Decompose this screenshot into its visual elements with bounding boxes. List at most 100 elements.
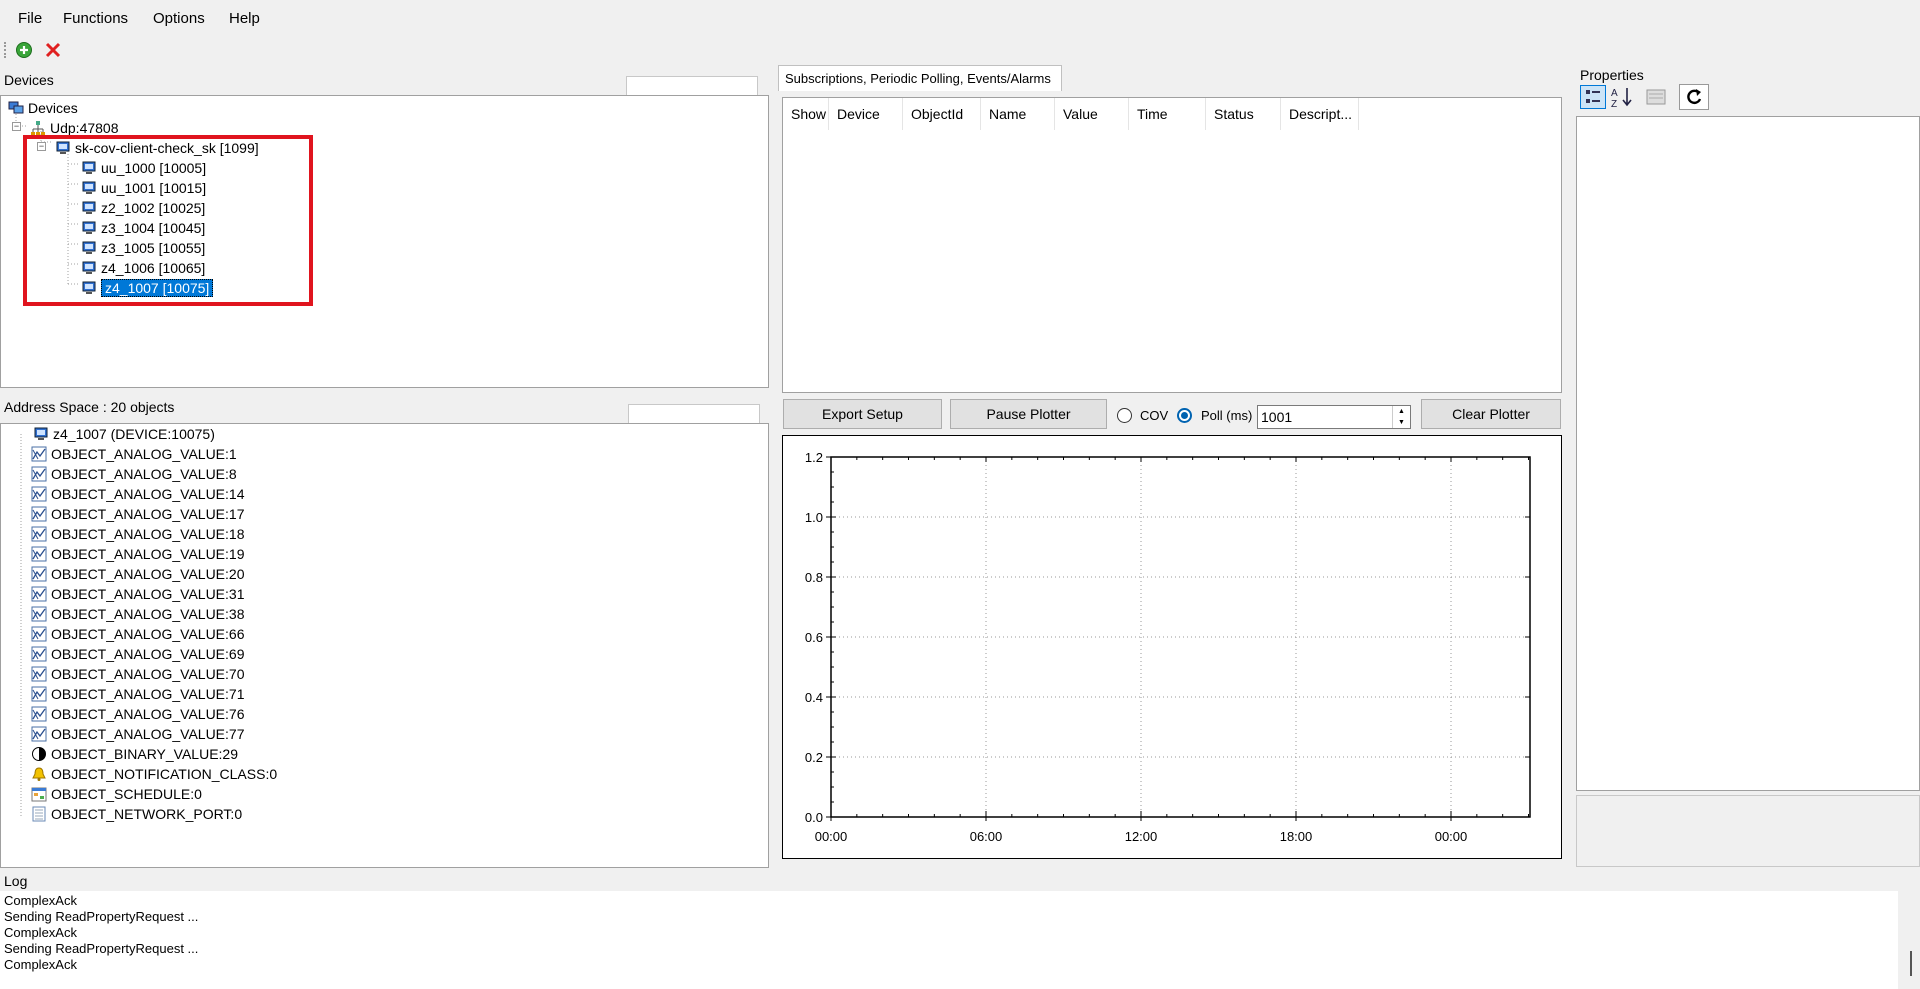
x-tick-label: 00:00 — [1435, 829, 1468, 844]
export-setup-button[interactable]: Export Setup — [783, 399, 942, 429]
object-item-label: OBJECT_ANALOG_VALUE:8 — [51, 466, 237, 482]
menu-options[interactable]: Options — [153, 10, 205, 27]
column-header[interactable]: Descript... — [1281, 98, 1359, 130]
add-device-button[interactable] — [15, 41, 33, 59]
object-item-label: OBJECT_ANALOG_VALUE:70 — [51, 666, 245, 682]
analog-icon — [31, 726, 47, 742]
property-pages-button[interactable] — [1643, 85, 1669, 109]
tab-subscriptions[interactable]: Subscriptions, Periodic Polling, Events/… — [778, 65, 1062, 91]
poll-interval-spinner[interactable]: 1001 ▲ ▼ — [1257, 405, 1411, 429]
column-header[interactable]: Time — [1129, 98, 1206, 130]
device-icon — [34, 427, 48, 440]
network-label: Udp:47808 — [50, 120, 119, 136]
sort-az-icon: AZ — [1611, 88, 1632, 110]
poll-label: Poll (ms) — [1201, 408, 1253, 423]
address-device-row[interactable]: z4_1007 (DEVICE:10075) — [33, 424, 215, 444]
object-item[interactable]: OBJECT_ANALOG_VALUE:18 — [31, 524, 244, 544]
clear-plotter-button[interactable]: Clear Plotter — [1421, 399, 1561, 429]
object-item[interactable]: OBJECT_ANALOG_VALUE:14 — [31, 484, 244, 504]
network-collapse-toggle[interactable]: − — [12, 122, 21, 131]
log-scrollbar-thumb[interactable] — [1910, 951, 1912, 976]
object-item-label: OBJECT_ANALOG_VALUE:17 — [51, 506, 245, 522]
object-item[interactable]: OBJECT_NOTIFICATION_CLASS:0 — [31, 764, 277, 784]
plotter-chart: 0.0 0.2 0.4 0.6 0.8 1.0 1.2 00:00 06:00 12:00 18:0… — [782, 435, 1562, 859]
object-item[interactable]: OBJECT_ANALOG_VALUE:38 — [31, 604, 244, 624]
analog-icon — [31, 646, 47, 662]
spinner-up-button[interactable]: ▲ — [1392, 406, 1410, 417]
log-scrollbar[interactable] — [1898, 891, 1920, 989]
properties-description — [1576, 795, 1920, 867]
categorized-icon — [1586, 90, 1600, 103]
column-header[interactable]: Status — [1206, 98, 1281, 130]
tree-root-label: Devices — [28, 100, 78, 116]
properties-grid[interactable] — [1576, 116, 1920, 791]
column-header[interactable]: ObjectId — [903, 98, 981, 130]
subscriptions-list[interactable]: Show Device ObjectId Name Value Time Status Des… — [782, 97, 1562, 393]
analog-icon — [31, 586, 47, 602]
alphabetical-view-button[interactable]: AZ — [1608, 85, 1634, 110]
column-header[interactable]: Value — [1055, 98, 1129, 130]
object-item[interactable]: OBJECT_ANALOG_VALUE:1 — [31, 444, 237, 464]
cov-label: COV — [1140, 408, 1169, 423]
object-item[interactable]: OBJECT_BINARY_VALUE:29 — [31, 744, 238, 764]
analog-icon — [31, 546, 47, 562]
log-line: ComplexAck — [4, 925, 77, 940]
object-item[interactable]: OBJECT_ANALOG_VALUE:66 — [31, 624, 244, 644]
object-item[interactable]: OBJECT_ANALOG_VALUE:31 — [31, 584, 244, 604]
devices-root-icon — [8, 101, 24, 114]
menu-help[interactable]: Help — [229, 10, 260, 27]
object-item[interactable]: OBJECT_NETWORK_PORT:0 — [31, 804, 242, 824]
object-item-label: OBJECT_ANALOG_VALUE:18 — [51, 526, 245, 542]
object-item[interactable]: OBJECT_ANALOG_VALUE:76 — [31, 704, 244, 724]
address-device-label: z4_1007 (DEVICE:10075) — [53, 426, 215, 442]
object-item[interactable]: OBJECT_ANALOG_VALUE:20 — [31, 564, 244, 584]
y-tick-label: 0.0 — [805, 810, 823, 825]
remove-device-button[interactable] — [44, 41, 62, 59]
categorized-view-button[interactable] — [1580, 85, 1606, 109]
menu-functions[interactable]: Functions — [63, 10, 128, 27]
object-item-label: OBJECT_ANALOG_VALUE:31 — [51, 586, 245, 602]
analog-icon — [31, 606, 47, 622]
y-tick-label: 0.6 — [805, 630, 823, 645]
analog-icon — [31, 706, 47, 722]
poll-interval-value: 1001 — [1261, 409, 1293, 425]
column-header[interactable]: Show — [783, 98, 829, 130]
tree-root-devices[interactable]: Devices — [8, 98, 78, 118]
menu-bar: File Functions Options Help — [0, 0, 1920, 38]
object-item[interactable]: OBJECT_ANALOG_VALUE:71 — [31, 684, 244, 704]
object-item[interactable]: OBJECT_ANALOG_VALUE:17 — [31, 504, 244, 524]
devices-label: Devices — [4, 72, 54, 88]
object-item[interactable]: OBJECT_SCHEDULE:0 — [31, 784, 202, 804]
svg-text:A: A — [1611, 88, 1618, 99]
y-tick-label: 0.4 — [805, 690, 823, 705]
object-item-label: OBJECT_ANALOG_VALUE:71 — [51, 686, 245, 702]
cov-radio[interactable] — [1117, 408, 1132, 423]
y-tick-label: 0.8 — [805, 570, 823, 585]
properties-toolbar: AZ — [1580, 84, 1720, 112]
pause-plotter-button[interactable]: Pause Plotter — [950, 399, 1107, 429]
refresh-properties-button[interactable] — [1679, 84, 1709, 110]
log-line: Sending ReadPropertyRequest ... — [4, 941, 199, 956]
menu-file[interactable]: File — [18, 10, 42, 27]
analog-icon — [31, 626, 47, 642]
object-item-label: OBJECT_ANALOG_VALUE:19 — [51, 546, 245, 562]
delete-icon — [45, 42, 61, 58]
spinner-down-button[interactable]: ▼ — [1392, 417, 1410, 428]
object-item[interactable]: OBJECT_ANALOG_VALUE:77 — [31, 724, 244, 744]
plotter-chart-svg: 0.0 0.2 0.4 0.6 0.8 1.0 1.2 00:00 06:00 12:00 18:0… — [805, 450, 1531, 844]
column-header[interactable]: Device — [829, 98, 903, 130]
object-item[interactable]: OBJECT_ANALOG_VALUE:8 — [31, 464, 237, 484]
log-area[interactable]: ComplexAck Sending ReadPropertyRequest ..… — [0, 891, 1920, 989]
object-item-label: OBJECT_ANALOG_VALUE:20 — [51, 566, 245, 582]
svg-text:Z: Z — [1611, 99, 1617, 109]
column-header[interactable]: Name — [981, 98, 1055, 130]
analog-icon — [31, 506, 47, 522]
address-space-tree[interactable]: z4_1007 (DEVICE:10075) OBJECT_ANALOG_VAL… — [0, 423, 769, 868]
network-port-icon — [32, 806, 46, 822]
properties-label: Properties — [1580, 67, 1644, 83]
binary-icon — [32, 747, 46, 761]
object-item[interactable]: OBJECT_ANALOG_VALUE:19 — [31, 544, 244, 564]
poll-radio[interactable] — [1177, 408, 1192, 423]
object-item[interactable]: OBJECT_ANALOG_VALUE:69 — [31, 644, 244, 664]
object-item[interactable]: OBJECT_ANALOG_VALUE:70 — [31, 664, 244, 684]
